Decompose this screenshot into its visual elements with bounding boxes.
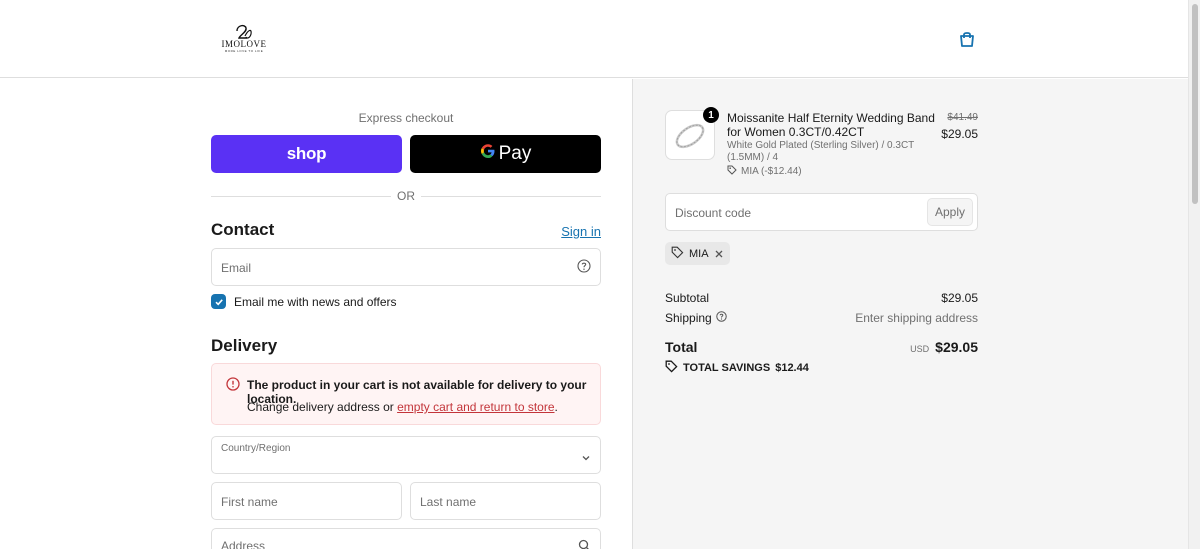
google-pay-button[interactable]: Pay	[410, 135, 601, 173]
product-variant: White Gold Plated (Sterling Silver) / 0.…	[727, 140, 915, 163]
store-logo[interactable]: IMOLOVE MORE LOVE TO LIFE	[218, 22, 270, 58]
empty-cart-link[interactable]: empty cart and return to store	[397, 400, 554, 414]
total-savings: TOTAL SAVINGS $12.44	[665, 360, 809, 376]
page-scrollbar[interactable]	[1188, 0, 1200, 549]
shipping-label-group: Shipping	[665, 311, 727, 325]
logo-tagline: MORE LOVE TO LIFE	[224, 49, 264, 53]
subtotal-value: $29.05	[941, 291, 978, 305]
scrollbar-thumb[interactable]	[1192, 4, 1198, 204]
delivery-error-banner: The product in your cart is not availabl…	[211, 363, 601, 425]
discount-code-field[interactable]: Discount code Apply	[665, 193, 978, 231]
first-name-placeholder: First name	[221, 495, 278, 509]
total-currency: USD	[910, 344, 930, 354]
google-g-icon	[480, 143, 496, 165]
savings-value: $12.44	[775, 362, 809, 374]
help-circle-icon[interactable]	[715, 311, 727, 325]
savings-label: TOTAL SAVINGS	[683, 362, 771, 374]
country-label: Country/Region	[221, 443, 291, 454]
or-divider: OR	[211, 189, 601, 203]
applied-code-text: MIA	[689, 247, 709, 260]
original-price: $41.49	[947, 112, 978, 123]
newsletter-option[interactable]: Email me with news and offers	[211, 294, 397, 309]
remove-discount-icon[interactable]	[714, 249, 724, 259]
first-name-field[interactable]: First name	[211, 482, 402, 520]
applied-discount-chip: MIA	[665, 242, 730, 265]
checkout-header: IMOLOVE MORE LOVE TO LIFE	[0, 0, 1188, 78]
address-field[interactable]: Address	[211, 528, 601, 549]
final-price: $29.05	[941, 127, 978, 141]
product-name: Moissanite Half Eternity Wedding Band fo…	[727, 111, 935, 139]
email-placeholder: Email	[221, 261, 252, 275]
sign-in-link[interactable]: Sign in	[561, 224, 601, 239]
discount-code-placeholder: Discount code	[675, 206, 752, 220]
search-icon	[578, 539, 591, 549]
or-label: OR	[397, 189, 415, 203]
line-discount-text: MIA (-$12.44)	[741, 166, 802, 177]
express-checkout-title: Express checkout	[358, 111, 454, 125]
country-select[interactable]: Country/Region	[211, 436, 601, 474]
subtotal-label: Subtotal	[665, 291, 710, 305]
newsletter-label: Email me with news and offers	[234, 294, 397, 309]
newsletter-checkbox[interactable]	[211, 294, 226, 309]
delivery-title: Delivery	[211, 336, 278, 355]
cart-line-item: 1 Moissanite Half Eternity Wedding Band …	[665, 107, 978, 180]
tag-icon	[727, 165, 737, 178]
alert-text: Change delivery address or	[247, 400, 394, 414]
alert-circle-icon	[226, 377, 240, 394]
help-circle-icon[interactable]	[577, 259, 591, 276]
google-pay-label: Pay	[498, 143, 532, 164]
shipping-label: Shipping	[665, 311, 712, 325]
contact-title: Contact	[211, 220, 275, 239]
quantity-badge: 1	[703, 107, 719, 123]
tag-icon	[671, 246, 684, 262]
line-discount: MIA (-$12.44)	[727, 165, 802, 178]
alert-text-end: .	[554, 400, 558, 414]
total-label: Total	[665, 339, 698, 355]
apply-discount-button[interactable]: Apply	[927, 198, 973, 226]
address-placeholder: Address	[221, 539, 266, 549]
logo-brand-text: IMOLOVE	[221, 39, 267, 49]
last-name-field[interactable]: Last name	[410, 482, 601, 520]
shop-pay-button[interactable]: shop	[211, 135, 402, 173]
shopping-bag-icon[interactable]	[957, 29, 977, 49]
tag-icon	[665, 360, 678, 376]
total-amount: USD $29.05	[910, 339, 978, 355]
logo-mark-icon	[236, 24, 252, 39]
last-name-placeholder: Last name	[420, 495, 477, 509]
email-field[interactable]: Email	[211, 248, 601, 286]
total-value: $29.05	[935, 339, 978, 355]
shipping-value: Enter shipping address	[855, 311, 978, 325]
order-summary: 1 Moissanite Half Eternity Wedding Band …	[632, 79, 1188, 549]
shop-pay-label: shop	[286, 144, 327, 163]
checkmark-icon	[214, 298, 223, 305]
chevron-down-icon	[581, 451, 591, 466]
alert-message: Change delivery address or empty cart an…	[247, 400, 558, 414]
